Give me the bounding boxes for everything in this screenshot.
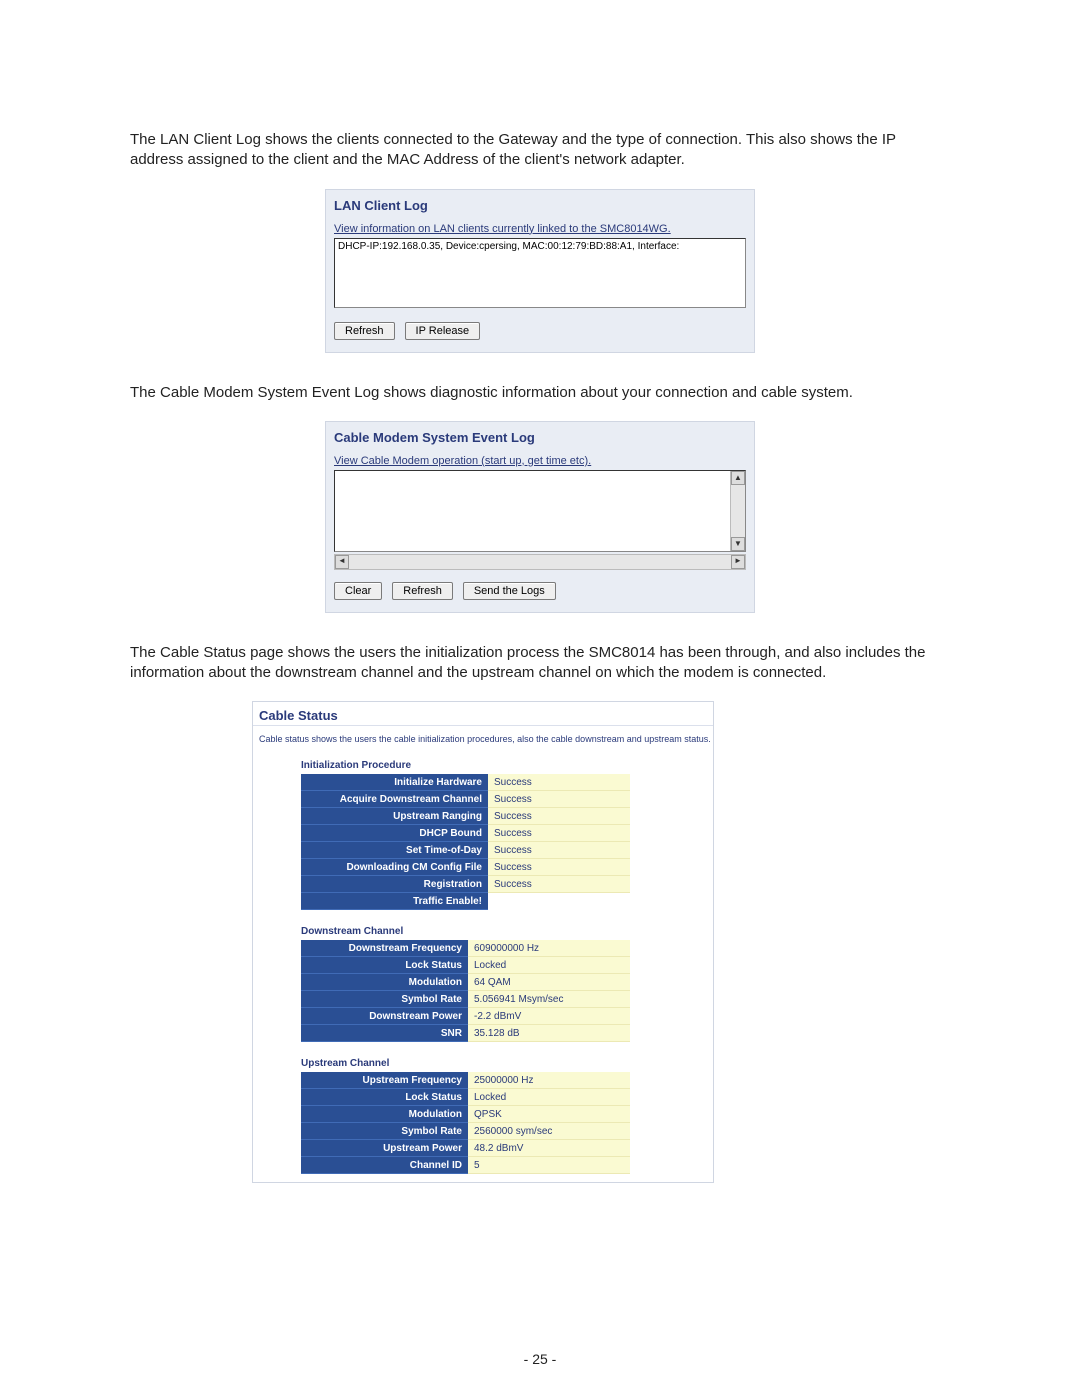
event-log-textarea[interactable]: ▲ ▼: [334, 470, 746, 552]
row-value: QPSK: [468, 1106, 630, 1123]
upstream-heading: Upstream Channel: [253, 1054, 713, 1072]
table-row: Downloading CM Config FileSuccess: [301, 859, 630, 876]
row-value: Locked: [468, 1089, 630, 1106]
scroll-down-icon[interactable]: ▼: [731, 537, 745, 551]
row-label: Lock Status: [301, 957, 468, 974]
row-value: 5.056941 Msym/sec: [468, 991, 630, 1008]
cable-status-title: Cable Status: [253, 702, 713, 726]
row-value: 2560000 sym/sec: [468, 1123, 630, 1140]
scroll-left-icon[interactable]: ◄: [335, 555, 349, 569]
row-value: [488, 893, 630, 910]
vertical-scrollbar[interactable]: ▲ ▼: [730, 471, 745, 551]
row-label: Initialize Hardware: [301, 774, 488, 791]
row-label: Channel ID: [301, 1157, 468, 1174]
table-row: DHCP BoundSuccess: [301, 825, 630, 842]
cable-status-description: Cable status shows the users the cable i…: [253, 726, 713, 756]
row-value: 5: [468, 1157, 630, 1174]
lan-log-subtitle: View information on LAN clients currentl…: [326, 215, 754, 238]
downstream-heading: Downstream Channel: [253, 922, 713, 940]
table-row: RegistrationSuccess: [301, 876, 630, 893]
row-value: 48.2 dBmV: [468, 1140, 630, 1157]
row-value: Success: [488, 842, 630, 859]
row-value: Success: [488, 774, 630, 791]
event-log-panel: Cable Modem System Event Log View Cable …: [325, 421, 755, 613]
row-label: Modulation: [301, 974, 468, 991]
lan-log-listbox[interactable]: DHCP-IP:192.168.0.35, Device:cpersing, M…: [334, 238, 746, 308]
table-row: Symbol Rate5.056941 Msym/sec: [301, 991, 630, 1008]
table-row: Modulation64 QAM: [301, 974, 630, 991]
row-label: Symbol Rate: [301, 1123, 468, 1140]
row-label: Downstream Power: [301, 1008, 468, 1025]
lan-log-entry: DHCP-IP:192.168.0.35, Device:cpersing, M…: [338, 241, 742, 252]
row-label: Set Time-of-Day: [301, 842, 488, 859]
row-value: 609000000 Hz: [468, 940, 630, 957]
row-label: Lock Status: [301, 1089, 468, 1106]
scroll-right-icon[interactable]: ►: [731, 555, 745, 569]
page-number: - 25 -: [0, 1351, 1080, 1367]
table-row: Upstream Frequency25000000 Hz: [301, 1072, 630, 1089]
row-value: Success: [488, 791, 630, 808]
init-procedure-table: Initialize HardwareSuccess Acquire Downs…: [301, 774, 630, 910]
downstream-table: Downstream Frequency609000000 Hz Lock St…: [301, 940, 630, 1042]
table-row: Upstream RangingSuccess: [301, 808, 630, 825]
table-row: Symbol Rate2560000 sym/sec: [301, 1123, 630, 1140]
paragraph-event-log: The Cable Modem System Event Log shows d…: [130, 383, 950, 403]
row-label: DHCP Bound: [301, 825, 488, 842]
row-label: Upstream Frequency: [301, 1072, 468, 1089]
row-label: Acquire Downstream Channel: [301, 791, 488, 808]
row-value: 25000000 Hz: [468, 1072, 630, 1089]
row-value: Success: [488, 808, 630, 825]
clear-button[interactable]: Clear: [334, 582, 382, 600]
table-row: Traffic Enable!: [301, 893, 630, 910]
table-row: Channel ID5: [301, 1157, 630, 1174]
table-row: Set Time-of-DaySuccess: [301, 842, 630, 859]
row-label: Modulation: [301, 1106, 468, 1123]
scroll-up-icon[interactable]: ▲: [731, 471, 745, 485]
ip-release-button[interactable]: IP Release: [405, 322, 481, 340]
row-value: Locked: [468, 957, 630, 974]
init-procedure-heading: Initialization Procedure: [253, 756, 713, 774]
table-row: Lock StatusLocked: [301, 1089, 630, 1106]
row-value: 35.128 dB: [468, 1025, 630, 1042]
lan-client-log-panel: LAN Client Log View information on LAN c…: [325, 189, 755, 353]
row-value: 64 QAM: [468, 974, 630, 991]
table-row: SNR35.128 dB: [301, 1025, 630, 1042]
row-label: Traffic Enable!: [301, 893, 488, 910]
row-label: Downloading CM Config File: [301, 859, 488, 876]
table-row: Downstream Frequency609000000 Hz: [301, 940, 630, 957]
table-row: Upstream Power48.2 dBmV: [301, 1140, 630, 1157]
paragraph-lan-log: The LAN Client Log shows the clients con…: [130, 130, 950, 171]
table-row: Lock StatusLocked: [301, 957, 630, 974]
send-logs-button[interactable]: Send the Logs: [463, 582, 556, 600]
row-value: Success: [488, 859, 630, 876]
row-value: Success: [488, 876, 630, 893]
row-value: Success: [488, 825, 630, 842]
refresh-button[interactable]: Refresh: [392, 582, 453, 600]
row-label: Upstream Ranging: [301, 808, 488, 825]
row-label: Upstream Power: [301, 1140, 468, 1157]
row-label: Registration: [301, 876, 488, 893]
row-label: Symbol Rate: [301, 991, 468, 1008]
row-label: SNR: [301, 1025, 468, 1042]
table-row: Initialize HardwareSuccess: [301, 774, 630, 791]
row-value: -2.2 dBmV: [468, 1008, 630, 1025]
table-row: ModulationQPSK: [301, 1106, 630, 1123]
table-row: Acquire Downstream ChannelSuccess: [301, 791, 630, 808]
event-log-subtitle: View Cable Modem operation (start up, ge…: [326, 447, 754, 470]
paragraph-cable-status: The Cable Status page shows the users th…: [130, 643, 950, 684]
lan-log-title: LAN Client Log: [326, 190, 754, 215]
event-log-title: Cable Modem System Event Log: [326, 422, 754, 447]
refresh-button[interactable]: Refresh: [334, 322, 395, 340]
row-label: Downstream Frequency: [301, 940, 468, 957]
upstream-table: Upstream Frequency25000000 Hz Lock Statu…: [301, 1072, 630, 1174]
cable-status-panel: Cable Status Cable status shows the user…: [252, 701, 714, 1183]
table-row: Downstream Power-2.2 dBmV: [301, 1008, 630, 1025]
horizontal-scrollbar[interactable]: ◄ ►: [334, 554, 746, 570]
